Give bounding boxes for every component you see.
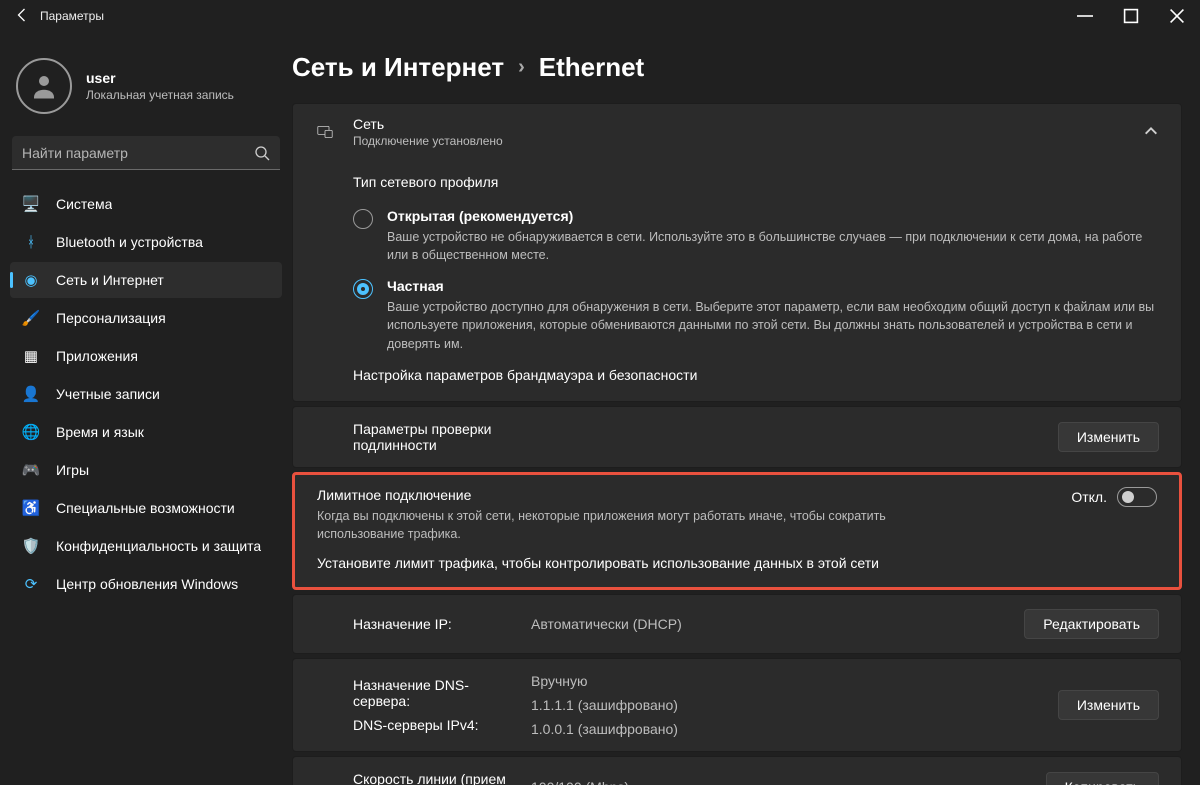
brush-icon: 🖌️: [22, 309, 40, 327]
update-icon: ⟳: [22, 575, 40, 593]
toggle-state-label: Откл.: [1071, 489, 1107, 505]
globe-icon: 🌐: [22, 423, 40, 441]
shield-icon: 🛡️: [22, 537, 40, 555]
window-close[interactable]: [1154, 0, 1200, 32]
chevron-right-icon: ›: [518, 56, 525, 79]
account-name: user: [86, 70, 234, 86]
metered-title: Лимитное подключение: [317, 487, 957, 503]
nav-system[interactable]: 🖥️Система: [10, 186, 282, 222]
firewall-link[interactable]: Настройка параметров брандмауэра и безоп…: [353, 367, 1159, 383]
nav-network[interactable]: ◉Сеть и Интернет: [10, 262, 282, 298]
search-box[interactable]: [12, 136, 280, 170]
search-icon: [254, 145, 270, 161]
maximize-icon: [1123, 8, 1139, 24]
network-subtitle: Подключение установлено: [353, 134, 503, 148]
dns-change-button[interactable]: Изменить: [1058, 690, 1159, 720]
metered-desc: Когда вы подключены к этой сети, некотор…: [317, 507, 957, 543]
speed-label: Скорость линии (прием и передача):: [315, 771, 515, 785]
auth-change-button[interactable]: Изменить: [1058, 422, 1159, 452]
arrow-left-icon: [14, 7, 30, 23]
dns-values: Вручную 1.1.1.1 (зашифровано) 1.0.0.1 (з…: [531, 673, 1042, 737]
auth-label: Параметры проверки подлинности: [315, 421, 515, 453]
user-icon: [29, 71, 59, 101]
ip-label: Назначение IP:: [315, 616, 515, 632]
breadcrumb-parent[interactable]: Сеть и Интернет: [292, 52, 504, 83]
radio-public-label: Открытая (рекомендуется): [387, 208, 1159, 224]
wifi-icon: ◉: [22, 271, 40, 289]
data-limit-link[interactable]: Установите лимит трафика, чтобы контроли…: [317, 555, 1157, 571]
display-icon: 🖥️: [22, 195, 40, 213]
network-card: Сеть Подключение установлено Тип сетевог…: [292, 103, 1182, 402]
search-input[interactable]: [22, 145, 254, 161]
radio-private[interactable]: Частная Ваше устройство доступно для обн…: [353, 278, 1159, 352]
sidebar: user Локальная учетная запись 🖥️Система …: [0, 32, 292, 785]
account-subtitle: Локальная учетная запись: [86, 88, 234, 102]
close-icon: [1169, 8, 1185, 24]
nav-update[interactable]: ⟳Центр обновления Windows: [10, 566, 282, 602]
breadcrumb-current: Ethernet: [539, 52, 644, 83]
speed-value: 100/100 (Mbps): [531, 779, 1030, 785]
bluetooth-icon: ᚼ: [22, 233, 40, 251]
window-minimize[interactable]: [1062, 0, 1108, 32]
nav-bluetooth[interactable]: ᚼBluetooth и устройства: [10, 224, 282, 260]
nav-privacy[interactable]: 🛡️Конфиденциальность и защита: [10, 528, 282, 564]
radio-private-label: Частная: [387, 278, 1159, 294]
radio-public[interactable]: Открытая (рекомендуется) Ваше устройство…: [353, 208, 1159, 264]
accessibility-icon: ♿: [22, 499, 40, 517]
ip-edit-button[interactable]: Редактировать: [1024, 609, 1159, 639]
radio-icon: [353, 209, 373, 229]
dns-row: Назначение DNS-сервера: DNS-серверы IPv4…: [292, 658, 1182, 752]
gamepad-icon: 🎮: [22, 461, 40, 479]
nav-personalization[interactable]: 🖌️Персонализация: [10, 300, 282, 336]
minimize-icon: [1077, 8, 1093, 24]
radio-private-desc: Ваше устройство доступно для обнаружения…: [387, 298, 1159, 352]
avatar: [16, 58, 72, 114]
speed-row: Скорость линии (прием и передача): 100/1…: [292, 756, 1182, 785]
nav-accounts[interactable]: 👤Учетные записи: [10, 376, 282, 412]
radio-public-desc: Ваше устройство не обнаруживается в сети…: [387, 228, 1159, 264]
auth-row: Параметры проверки подлинности Изменить: [292, 406, 1182, 468]
nav-list: 🖥️Система ᚼBluetooth и устройства ◉Сеть …: [10, 186, 282, 602]
ip-row: Назначение IP: Автоматически (DHCP) Реда…: [292, 594, 1182, 654]
nav-apps[interactable]: ▦Приложения: [10, 338, 282, 374]
monitor-icon: [315, 124, 335, 140]
ip-value: Автоматически (DHCP): [531, 616, 1008, 632]
main-content: Сеть и Интернет › Ethernet Сеть Подключе…: [292, 32, 1200, 785]
metered-toggle[interactable]: [1117, 487, 1157, 507]
radio-icon: [353, 279, 373, 299]
network-title: Сеть: [353, 116, 503, 132]
chevron-up-icon: [1143, 123, 1159, 142]
apps-icon: ▦: [22, 347, 40, 365]
network-card-header[interactable]: Сеть Подключение установлено: [293, 104, 1181, 160]
speed-copy-button[interactable]: Копировать: [1046, 772, 1159, 785]
title-bar: Параметры: [0, 0, 1200, 32]
person-icon: 👤: [22, 385, 40, 403]
nav-gaming[interactable]: 🎮Игры: [10, 452, 282, 488]
breadcrumb: Сеть и Интернет › Ethernet: [292, 52, 1182, 83]
profile-type-title: Тип сетевого профиля: [353, 174, 1159, 190]
dns-labels: Назначение DNS-сервера: DNS-серверы IPv4…: [315, 677, 515, 733]
account-block[interactable]: user Локальная учетная запись: [10, 44, 282, 132]
window-maximize[interactable]: [1108, 0, 1154, 32]
window-title: Параметры: [36, 9, 104, 23]
nav-time[interactable]: 🌐Время и язык: [10, 414, 282, 450]
back-button[interactable]: [8, 7, 36, 26]
metered-section: Лимитное подключение Когда вы подключены…: [292, 472, 1182, 590]
nav-accessibility[interactable]: ♿Специальные возможности: [10, 490, 282, 526]
